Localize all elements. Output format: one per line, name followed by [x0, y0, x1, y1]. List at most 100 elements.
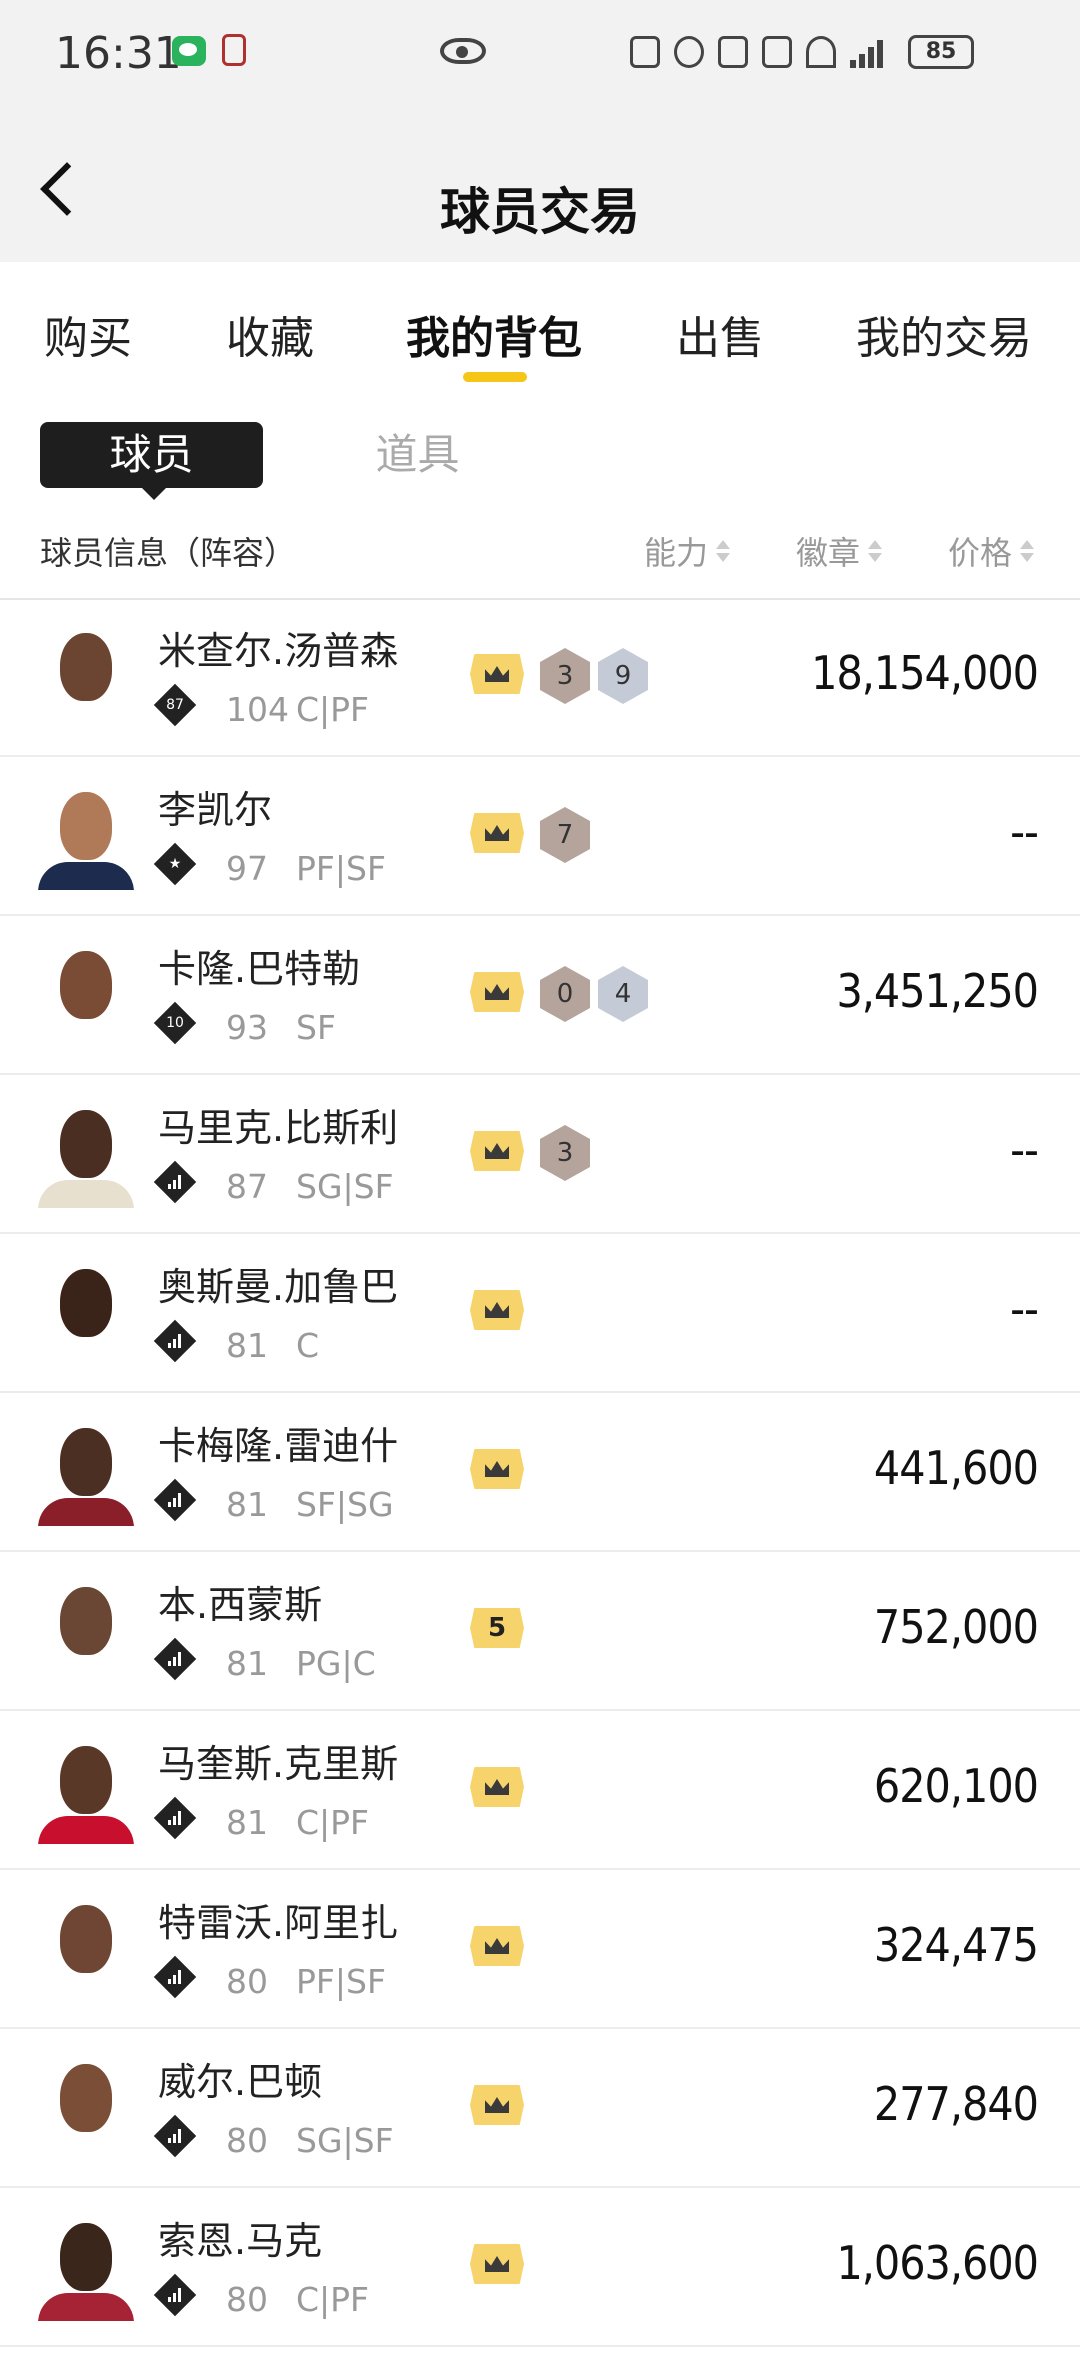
crown-icon: [470, 654, 524, 694]
player-row[interactable]: 李凯尔 ★ 97 PF|SF 7 --: [0, 757, 1080, 916]
tier-badge-label: 10: [166, 1015, 184, 1031]
player-rating: 104: [226, 690, 289, 729]
sub-tabs: 球员 道具: [0, 410, 1080, 500]
player-row[interactable]: 马奎斯.克里斯 81 C|PF 620,100: [0, 1711, 1080, 1870]
tier-bars-icon: [153, 2273, 197, 2317]
avatar: [38, 1418, 134, 1526]
player-row[interactable]: 本.西蒙斯 81 PG|C 5 752,000: [0, 1552, 1080, 1711]
tier-star-icon: ★: [153, 842, 197, 886]
crown-icon: [470, 2244, 524, 2284]
player-name: 本.西蒙斯: [158, 1583, 323, 1627]
player-row[interactable]: 威尔.巴顿 80 SG|SF 277,840: [0, 2029, 1080, 2188]
sort-ability-label: 能力: [644, 534, 709, 572]
player-price: 620,100: [873, 1759, 1039, 1813]
sort-icon: [1020, 536, 1035, 566]
avatar: [38, 1577, 134, 1685]
avatar: [38, 2054, 134, 2162]
crown-icon: [470, 1290, 524, 1330]
sort-price[interactable]: 价格: [948, 528, 1035, 574]
tier-badge-label: 87: [166, 697, 184, 713]
player-name: 李凯尔: [158, 788, 273, 832]
tier-badge: 87: [153, 683, 197, 727]
player-position: C|PF: [296, 2280, 370, 2319]
player-price: 324,475: [873, 1918, 1039, 1972]
tab-my-trades[interactable]: 我的交易: [856, 302, 1032, 366]
column-player-info: 球员信息（阵容）: [40, 534, 297, 572]
player-position: SG|SF: [296, 2121, 394, 2160]
bluetooth-icon: [718, 36, 748, 68]
player-rating: 81: [226, 1485, 268, 1524]
player-rating: 80: [226, 1962, 268, 2001]
sort-icon: [716, 536, 731, 566]
player-position: PG|C: [296, 1644, 376, 1683]
sort-icon: [868, 536, 883, 566]
status-time: 16:31: [55, 28, 182, 79]
avatar: [38, 2213, 134, 2321]
tab-buy[interactable]: 购买: [44, 302, 132, 366]
player-row[interactable]: 索恩.马克 80 C|PF 1,063,600: [0, 2188, 1080, 2347]
tier-bars-icon: [153, 1637, 197, 1681]
player-name: 卡梅隆.雷迪什: [158, 1424, 399, 1468]
badge-hex-bronze: 7: [540, 807, 590, 863]
crown-icon: [470, 1449, 524, 1489]
player-position: PF|SF: [296, 849, 386, 888]
wifi-icon: [806, 36, 836, 68]
player-row[interactable]: 卡梅隆.雷迪什 81 SF|SG 441,600: [0, 1393, 1080, 1552]
player-position: PF|SF: [296, 1962, 386, 2001]
badge-hex-bronze: 3: [540, 648, 590, 704]
avatar: [38, 782, 134, 890]
player-row[interactable]: 米查尔.汤普森 87 104 C|PF 3 9 18,154,000: [0, 598, 1080, 757]
player-row[interactable]: 卡隆.巴特勒 10 93 SF 0 4 3,451,250: [0, 916, 1080, 1075]
player-name: 卡隆.巴特勒: [158, 947, 361, 991]
player-row[interactable]: 特雷沃.阿里扎 80 PF|SF 324,475: [0, 1870, 1080, 2029]
vibrate-icon: [762, 36, 792, 68]
column-header: 球员信息（阵容） 能力 徽章 价格: [0, 508, 1080, 600]
player-rating: 81: [226, 1644, 268, 1683]
tab-my-backpack[interactable]: 我的背包: [406, 302, 582, 366]
badge-hex-bronze: 3: [540, 1125, 590, 1181]
sort-ability[interactable]: 能力: [644, 528, 731, 574]
avatar: [38, 1736, 134, 1844]
player-name: 威尔.巴顿: [158, 2060, 323, 2104]
crown-icon: [470, 1926, 524, 1966]
subtab-players[interactable]: 球员: [40, 422, 263, 500]
tier-bars-icon: [153, 1319, 197, 1363]
tab-sell[interactable]: 出售: [676, 302, 764, 366]
player-name: 马里克.比斯利: [158, 1106, 399, 1150]
player-price: 752,000: [873, 1600, 1039, 1654]
avatar: [38, 623, 134, 731]
player-rating: 80: [226, 2280, 268, 2319]
tab-favorites[interactable]: 收藏: [226, 302, 314, 366]
player-row[interactable]: 马里克.比斯利 87 SG|SF 3 --: [0, 1075, 1080, 1234]
tier-bars-icon: [153, 1796, 197, 1840]
eye-icon: [440, 38, 486, 64]
player-price: 441,600: [873, 1441, 1039, 1495]
player-row[interactable]: 奥斯曼.加鲁巴 81 C --: [0, 1234, 1080, 1393]
player-price: 3,451,250: [836, 964, 1039, 1018]
subtab-items[interactable]: 道具: [330, 422, 505, 488]
player-position: C: [296, 1326, 320, 1365]
badge-hex-silver: 9: [598, 648, 648, 704]
avatar: [38, 941, 134, 1049]
player-position: SF|SG: [296, 1485, 394, 1524]
crown-icon: [470, 1131, 524, 1171]
player-price: --: [1010, 1123, 1039, 1177]
crown-icon: [470, 813, 524, 853]
crown-icon: [470, 972, 524, 1012]
player-rating: 97: [226, 849, 268, 888]
crown-level-badge: 5: [470, 1608, 524, 1648]
battery-icon: 85: [908, 35, 974, 69]
player-name: 特雷沃.阿里扎: [158, 1901, 399, 1945]
player-name: 奥斯曼.加鲁巴: [158, 1265, 399, 1309]
avatar: [38, 1895, 134, 2003]
avatar: [38, 1100, 134, 1208]
player-rating: 80: [226, 2121, 268, 2160]
player-rating: 81: [226, 1803, 268, 1842]
player-price: --: [1010, 805, 1039, 859]
player-price: 18,154,000: [811, 646, 1039, 700]
tier-bars-icon: [153, 1160, 197, 1204]
avatar: [38, 1259, 134, 1367]
player-rating: 93: [226, 1008, 268, 1047]
player-rating: 87: [226, 1167, 268, 1206]
sort-badge[interactable]: 徽章: [796, 528, 883, 574]
